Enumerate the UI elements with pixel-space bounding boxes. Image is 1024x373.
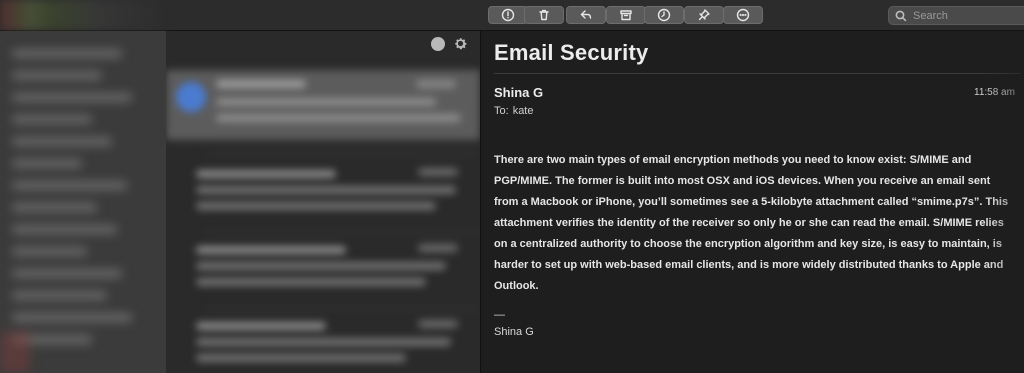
- trash-icon: [539, 9, 549, 21]
- avatar: [176, 82, 206, 112]
- delete-button[interactable]: [524, 6, 564, 24]
- message-list-items-blurred: [166, 58, 480, 373]
- message-list-header: [166, 31, 480, 58]
- header-divider: [494, 73, 1021, 74]
- exclamation-circle-icon: [501, 8, 515, 22]
- list-item[interactable]: [166, 314, 480, 373]
- pin-icon: [698, 9, 710, 21]
- status-dot-icon[interactable]: [431, 37, 445, 51]
- to-label: To:: [494, 105, 509, 117]
- list-item[interactable]: [166, 70, 480, 140]
- recipient-name[interactable]: kate: [513, 105, 534, 117]
- reply-button[interactable]: [566, 6, 606, 24]
- archive-button[interactable]: [606, 6, 646, 24]
- ellipsis-circle-icon: [736, 8, 750, 22]
- gear-icon[interactable]: [453, 36, 468, 51]
- window-controls-blurred: [0, 0, 170, 30]
- snooze-button[interactable]: [644, 6, 684, 24]
- signature-separator: —: [494, 309, 505, 321]
- email-viewer: Email Security Shina G 11:58 am To: kate …: [481, 31, 1024, 373]
- toolbar: [0, 0, 1024, 31]
- mailbox-sidebar[interactable]: [0, 31, 166, 373]
- pin-button[interactable]: [684, 6, 724, 24]
- clock-icon: [657, 8, 671, 22]
- search-input[interactable]: [911, 8, 1015, 23]
- signature-name: Shina G: [494, 326, 534, 338]
- list-item[interactable]: [166, 238, 480, 308]
- email-subject: Email Security: [494, 40, 649, 65]
- search-field[interactable]: [888, 6, 1024, 25]
- email-sender[interactable]: Shina G: [494, 85, 543, 100]
- email-body: There are two main types of email encryp…: [494, 154, 1009, 292]
- archive-box-icon: [620, 10, 632, 21]
- search-icon: [895, 10, 907, 21]
- more-button[interactable]: [723, 6, 763, 24]
- list-item[interactable]: [166, 162, 480, 232]
- reply-icon: [580, 10, 592, 19]
- recipient-row: To: kate: [494, 105, 537, 117]
- email-timestamp: 11:58 am: [974, 87, 1015, 98]
- flag-button[interactable]: [488, 6, 528, 24]
- message-list[interactable]: [166, 31, 481, 373]
